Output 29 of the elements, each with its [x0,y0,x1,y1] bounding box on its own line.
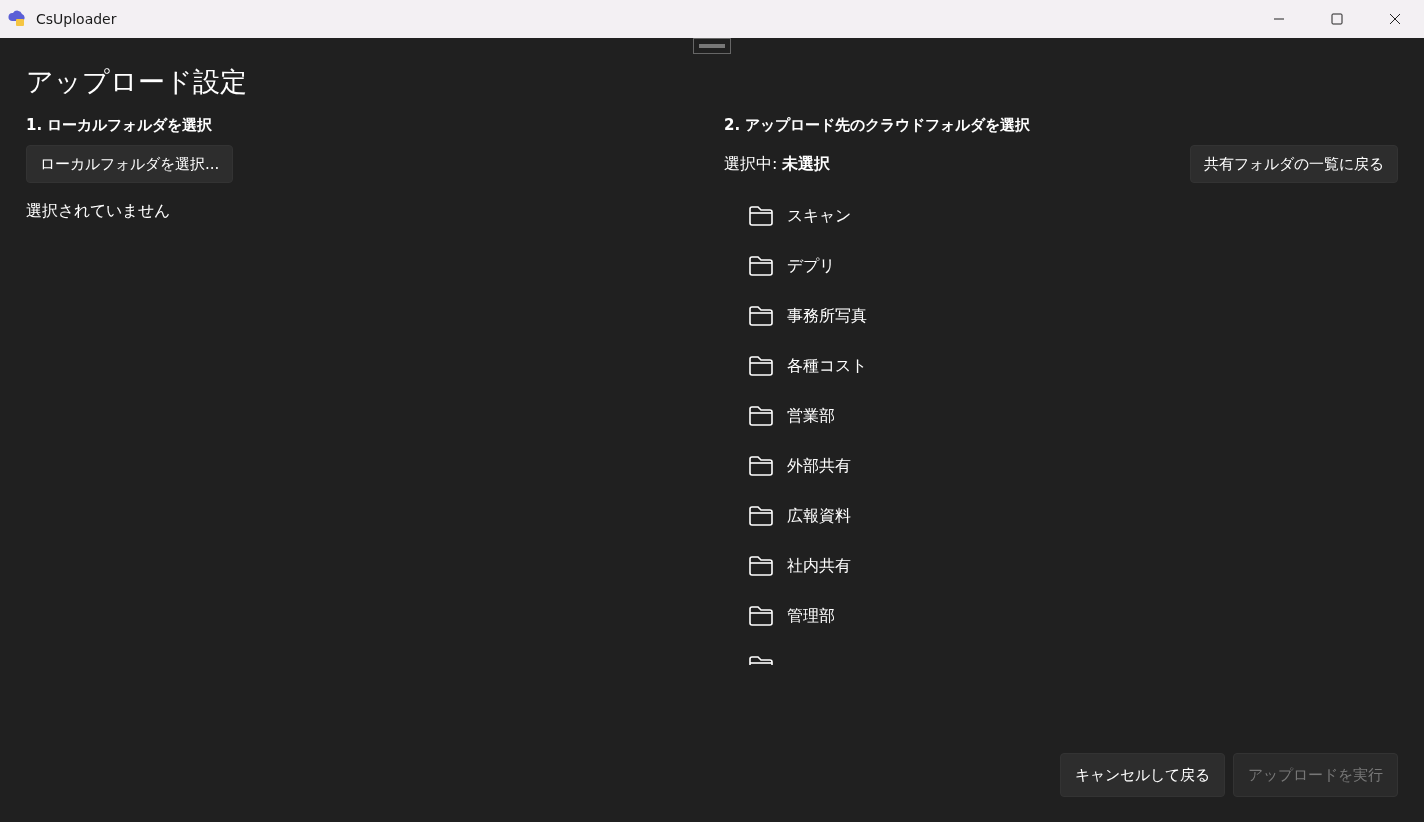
folder-icon [748,405,774,428]
cancel-button[interactable]: キャンセルして戻る [1060,752,1225,797]
folder-icon [748,305,774,328]
folder-icon [748,505,774,528]
status-text: 選択されていません [26,201,170,221]
folder-name[interactable]: 広報資料 [787,504,851,529]
app-logo-icon [8,10,28,28]
section-heading: 2. アップロード先のクラウドフォルダを選択 [724,115,1032,137]
folder-icon [748,455,774,478]
select-folder-button[interactable]: ローカルフォルダを選択... [26,144,234,184]
section-heading: 1. ローカルフォルダを選択 [26,115,214,137]
folder-name[interactable]: スキャン [787,204,851,229]
folder-icon [748,555,774,578]
window-title: CsUploader [36,9,117,29]
folder-icon [748,355,774,378]
drag-handle[interactable] [693,38,731,54]
folder-name[interactable]: 外部共有 [787,454,851,479]
folder-icon [748,605,774,628]
folder-name[interactable]: 社内共有 [787,554,851,579]
folder-name[interactable]: 管理部 [787,604,835,629]
selection-text: 選択中: 未選択 [724,153,831,176]
folder-icon [748,255,774,278]
folder-name[interactable]: 営業部 [787,404,835,429]
back-button[interactable]: 共有フォルダの一覧に戻る [1190,144,1398,184]
folder-name[interactable]: 事務所写真 [787,304,867,329]
folder-name[interactable]: 各種コスト [787,354,867,379]
page-title: アップロード設定 [26,66,248,99]
folder-name[interactable]: デプリ [787,254,835,279]
folder-icon [748,205,774,228]
